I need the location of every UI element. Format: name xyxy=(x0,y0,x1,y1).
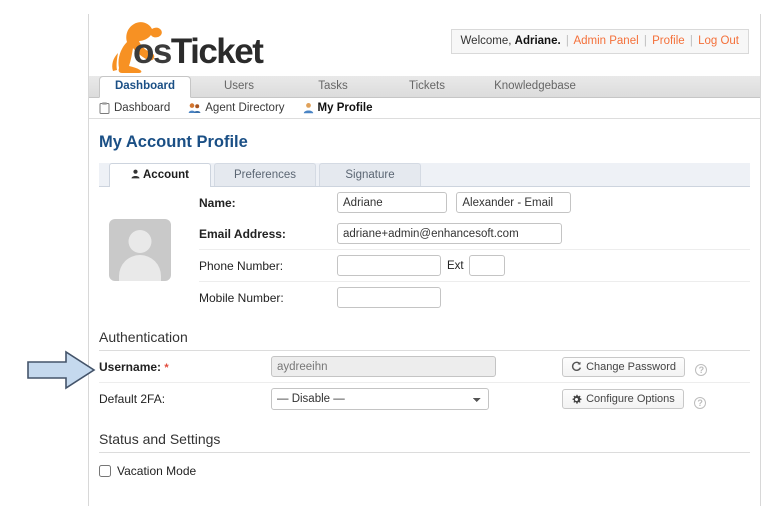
subnav-item-my-profile[interactable]: My Profile xyxy=(303,102,373,114)
vacation-mode-checkbox[interactable] xyxy=(99,465,111,477)
change-password-label: Change Password xyxy=(586,361,676,373)
username-help-icon[interactable]: ? xyxy=(695,364,707,376)
nav-tab-dashboard[interactable]: Dashboard xyxy=(99,76,191,98)
nav-tab-tasks[interactable]: Tasks xyxy=(287,76,379,97)
app-header: osTicket Welcome, Adriane. | Admin Panel… xyxy=(89,14,760,76)
vacation-mode-row: Vacation Mode xyxy=(99,464,750,478)
label-name: Name: xyxy=(199,187,337,218)
table-row-name: Name: xyxy=(99,187,750,218)
logo-os-text: os xyxy=(133,32,171,71)
logo-ticket-text: Ticket xyxy=(171,32,263,71)
phone-input[interactable] xyxy=(337,255,441,276)
logout-link[interactable]: Log Out xyxy=(698,35,739,47)
last-name-input[interactable] xyxy=(456,192,571,213)
welcome-username: Adriane. xyxy=(515,35,561,47)
label-username: Username: * xyxy=(99,351,271,383)
user-icon xyxy=(303,102,314,114)
mobile-input[interactable] xyxy=(337,287,441,308)
page-content: My Account Profile Account Preferences S… xyxy=(89,133,760,506)
avatar-head xyxy=(129,230,152,253)
label-default-2fa: Default 2FA: xyxy=(99,383,271,416)
twofa-select-cell: — Disable — xyxy=(271,383,562,416)
account-form: Name: Email Address: Phone Number: xyxy=(99,187,750,313)
ostick-logo[interactable]: osTicket xyxy=(101,18,301,74)
label-username-text: Username: xyxy=(99,360,161,374)
profile-tabstrip: Account Preferences Signature xyxy=(99,163,750,187)
gear-icon xyxy=(571,394,582,405)
avatar-cell xyxy=(99,187,199,313)
callout-arrow-pointing-to-default-2fa xyxy=(26,350,96,390)
welcome-separator-3: | xyxy=(688,35,695,47)
refresh-icon xyxy=(571,361,582,372)
page-title: My Account Profile xyxy=(99,133,750,152)
clipboard-icon xyxy=(99,102,110,114)
label-mobile-number: Mobile Number: xyxy=(199,282,337,314)
avatar-body xyxy=(119,255,161,281)
first-name-input[interactable] xyxy=(337,192,447,213)
vacation-mode-label: Vacation Mode xyxy=(117,464,196,478)
status-settings-section-title: Status and Settings xyxy=(99,431,750,453)
ext-input[interactable] xyxy=(469,255,505,276)
name-inputs-cell xyxy=(337,187,750,218)
nav-tab-knowledgebase[interactable]: Knowledgebase xyxy=(475,76,595,97)
authentication-section-title: Authentication xyxy=(99,329,750,351)
subnav-label-my-profile: My Profile xyxy=(318,102,373,114)
email-input-cell xyxy=(337,218,750,250)
profile-link[interactable]: Profile xyxy=(652,35,685,47)
admin-panel-link[interactable]: Admin Panel xyxy=(573,35,638,47)
screenshot-root: osTicket Welcome, Adriane. | Admin Panel… xyxy=(0,0,774,513)
logo-wordmark: osTicket xyxy=(133,34,262,69)
welcome-prefix: Welcome, xyxy=(461,35,512,47)
label-email-address: Email Address: xyxy=(199,218,337,250)
avatar[interactable] xyxy=(109,219,171,281)
label-phone-number: Phone Number: xyxy=(199,250,337,282)
ostick-app-frame: osTicket Welcome, Adriane. | Admin Panel… xyxy=(88,14,761,506)
configure-options-button[interactable]: Configure Options xyxy=(562,389,684,409)
default-2fa-select[interactable]: — Disable — xyxy=(271,388,489,410)
email-input[interactable] xyxy=(337,223,562,244)
authentication-table: Username: * Change Password ? xyxy=(99,351,750,415)
agents-icon xyxy=(188,102,201,114)
table-row-default-2fa: Default 2FA: — Disable — Configure Optio… xyxy=(99,383,750,416)
subnav-label-dashboard: Dashboard xyxy=(114,102,170,114)
profile-fields-table: Name: Email Address: Phone Number: xyxy=(99,187,750,313)
phone-input-cell: Ext xyxy=(337,250,750,282)
change-password-button[interactable]: Change Password xyxy=(562,357,685,377)
subnav-item-agent-directory[interactable]: Agent Directory xyxy=(188,102,284,114)
secondary-nav: Dashboard Agent Directory My Profile xyxy=(89,98,760,119)
change-password-cell: Change Password ? xyxy=(562,351,750,383)
username-input xyxy=(271,356,496,377)
label-ext: Ext xyxy=(447,260,464,272)
nav-tab-tickets[interactable]: Tickets xyxy=(381,76,473,97)
welcome-bar: Welcome, Adriane. | Admin Panel | Profil… xyxy=(451,29,749,54)
mobile-input-cell xyxy=(337,282,750,314)
tab-signature[interactable]: Signature xyxy=(319,163,421,186)
required-asterisk: * xyxy=(164,362,168,374)
primary-nav: Dashboard Users Tasks Tickets Knowledgeb… xyxy=(89,76,760,98)
subnav-item-dashboard[interactable]: Dashboard xyxy=(99,102,170,114)
tab-label-account: Account xyxy=(143,169,189,181)
welcome-separator-1: | xyxy=(564,35,571,47)
subnav-label-agent-directory: Agent Directory xyxy=(205,102,284,114)
twofa-help-icon[interactable]: ? xyxy=(694,397,706,409)
tab-preferences[interactable]: Preferences xyxy=(214,163,316,186)
table-row-username: Username: * Change Password ? xyxy=(99,351,750,383)
person-icon xyxy=(131,169,140,179)
tab-account[interactable]: Account xyxy=(109,163,211,187)
nav-tab-users[interactable]: Users xyxy=(193,76,285,97)
configure-options-label: Configure Options xyxy=(586,393,675,405)
welcome-separator-2: | xyxy=(642,35,649,47)
configure-options-cell: Configure Options ? xyxy=(562,383,750,416)
username-cell xyxy=(271,351,562,383)
